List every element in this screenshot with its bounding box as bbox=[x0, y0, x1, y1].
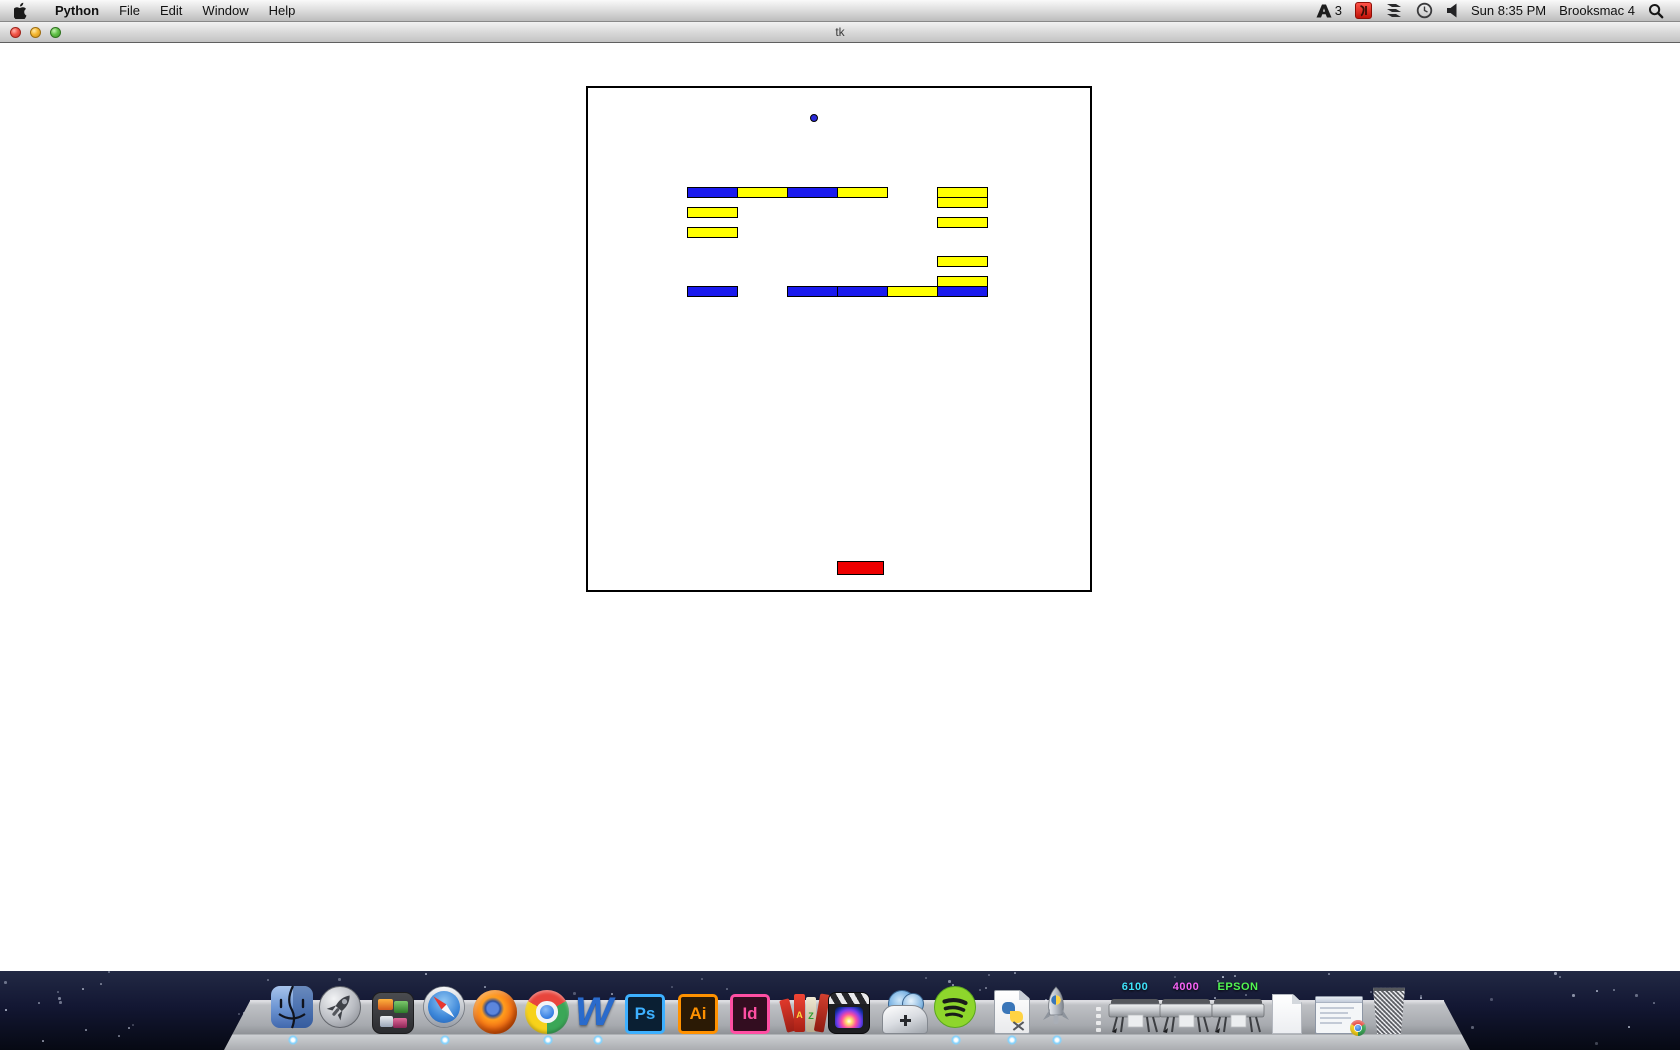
window-title-bar[interactable]: tk bbox=[0, 22, 1680, 43]
dock-item-minimized-window[interactable] bbox=[1315, 996, 1366, 1036]
chrome-icon bbox=[525, 990, 569, 1034]
safari-compass-icon bbox=[423, 986, 465, 1028]
brick-yellow bbox=[937, 217, 988, 228]
apple-menu-icon[interactable] bbox=[14, 2, 29, 19]
brick-blue bbox=[837, 286, 888, 297]
adobe-status-icon[interactable]: 3 bbox=[1316, 0, 1342, 22]
toast-burner-icon bbox=[882, 990, 928, 1034]
dock-item-document[interactable] bbox=[1272, 994, 1304, 1034]
game-paddle bbox=[837, 561, 884, 575]
printer-label: 4000 bbox=[1172, 981, 1200, 993]
adobe-cs-icon: Ai bbox=[678, 994, 718, 1034]
menu-help[interactable]: Help bbox=[259, 0, 306, 22]
stack-status-icon[interactable] bbox=[1385, 0, 1403, 22]
menu-file[interactable]: File bbox=[109, 0, 150, 22]
dock-item-spotify[interactable] bbox=[933, 985, 979, 1034]
tk-window-content bbox=[0, 43, 1680, 971]
dock-item-google-chrome[interactable] bbox=[525, 990, 571, 1034]
document-icon bbox=[1272, 994, 1302, 1034]
dock-item-finder[interactable] bbox=[270, 985, 316, 1034]
menu-bar: Python File Edit Window Help 3 Sun 8:35 … bbox=[0, 0, 1680, 22]
dock-item-indesign[interactable]: Id bbox=[730, 994, 776, 1034]
launchpad-rocket-icon bbox=[319, 986, 361, 1028]
running-indicator bbox=[288, 1035, 298, 1045]
printer-label: EPSON bbox=[1217, 981, 1259, 993]
brick-yellow bbox=[687, 207, 738, 218]
dock-item-firefox[interactable] bbox=[473, 990, 519, 1034]
word-w-icon: W bbox=[575, 990, 613, 1034]
machine-name[interactable]: Brooksmac 4 bbox=[1559, 3, 1635, 18]
dock-item-python-idle[interactable] bbox=[994, 990, 1030, 1034]
time-machine-icon[interactable] bbox=[1416, 0, 1433, 22]
dock-item-printer-4000[interactable]: 4000 bbox=[1159, 981, 1213, 1034]
reference-books-icon: AZ bbox=[779, 990, 831, 1034]
python-idle-icon bbox=[994, 990, 1030, 1034]
menu-window[interactable]: Window bbox=[192, 0, 258, 22]
dock-item-toast[interactable] bbox=[882, 990, 928, 1034]
python-launcher-rocket-icon bbox=[1043, 986, 1069, 1024]
trash-icon bbox=[1373, 987, 1405, 1034]
brick-yellow bbox=[937, 256, 988, 267]
adobe-cs-icon: Ps bbox=[625, 994, 665, 1034]
running-indicator bbox=[1007, 1035, 1017, 1045]
breakout-game-canvas[interactable] bbox=[586, 86, 1092, 592]
adobe-badge-count: 3 bbox=[1334, 3, 1342, 18]
dock-item-python-launcher[interactable] bbox=[1034, 985, 1080, 1034]
chrome-icon bbox=[1350, 1020, 1366, 1036]
running-indicator bbox=[543, 1035, 553, 1045]
menu-edit[interactable]: Edit bbox=[150, 0, 192, 22]
dock-item-safari[interactable] bbox=[422, 985, 468, 1034]
menu-python[interactable]: Python bbox=[45, 0, 109, 22]
adobe-cs-icon: Id bbox=[730, 994, 770, 1034]
running-indicator bbox=[951, 1035, 961, 1045]
minimized-window-icon bbox=[1315, 996, 1366, 1036]
menu-bar-clock[interactable]: Sun 8:35 PM bbox=[1471, 3, 1546, 18]
dock-item-applications-folder[interactable] bbox=[372, 992, 418, 1034]
brick-blue bbox=[687, 286, 738, 297]
spotlight-search-icon[interactable] bbox=[1648, 0, 1664, 22]
printer-icon: EPSON bbox=[1211, 981, 1265, 1034]
dock-item-microsoft-word[interactable]: W bbox=[575, 990, 621, 1034]
brick-yellow bbox=[887, 286, 938, 297]
dock-item-reference-library[interactable]: AZ bbox=[779, 990, 831, 1034]
printer-icon: 4000 bbox=[1159, 981, 1213, 1034]
applications-folder-icon bbox=[372, 992, 414, 1034]
firefox-icon bbox=[473, 990, 517, 1034]
running-indicator bbox=[593, 1035, 603, 1045]
brick-blue bbox=[787, 187, 838, 198]
finder-icon bbox=[271, 985, 313, 1029]
dock-separator bbox=[1095, 1004, 1101, 1038]
brick-blue bbox=[687, 187, 738, 198]
red-status-icon[interactable] bbox=[1354, 2, 1372, 19]
game-ball bbox=[810, 114, 818, 122]
printer-label: 6100 bbox=[1121, 981, 1149, 993]
dock-item-epson-printer[interactable]: EPSON bbox=[1211, 981, 1265, 1034]
brick-blue bbox=[787, 286, 838, 297]
brick-yellow bbox=[687, 227, 738, 238]
dock-item-final-cut-pro[interactable] bbox=[828, 992, 874, 1034]
window-title: tk bbox=[835, 25, 845, 39]
brick-yellow bbox=[837, 187, 888, 198]
brick-blue bbox=[937, 286, 988, 297]
dock-item-trash[interactable] bbox=[1372, 986, 1408, 1034]
menu-items: File Edit Window Help bbox=[109, 0, 305, 22]
running-indicator bbox=[440, 1035, 450, 1045]
printer-icon: 6100 bbox=[1108, 981, 1162, 1034]
desktop-screen: tk Python File Edit Window Help 3 Sun 8:… bbox=[0, 0, 1680, 1050]
dock-item-illustrator[interactable]: Ai bbox=[678, 994, 724, 1034]
spotify-icon bbox=[934, 986, 976, 1028]
brick-yellow bbox=[937, 197, 988, 208]
running-indicator bbox=[1052, 1035, 1062, 1045]
dock-item-printer-6100[interactable]: 6100 bbox=[1108, 981, 1162, 1034]
brick-yellow bbox=[737, 187, 788, 198]
volume-icon[interactable] bbox=[1446, 0, 1458, 22]
dock-item-photoshop[interactable]: Ps bbox=[625, 994, 671, 1034]
dock-item-launchpad[interactable] bbox=[318, 985, 364, 1034]
final-cut-icon bbox=[828, 992, 870, 1034]
